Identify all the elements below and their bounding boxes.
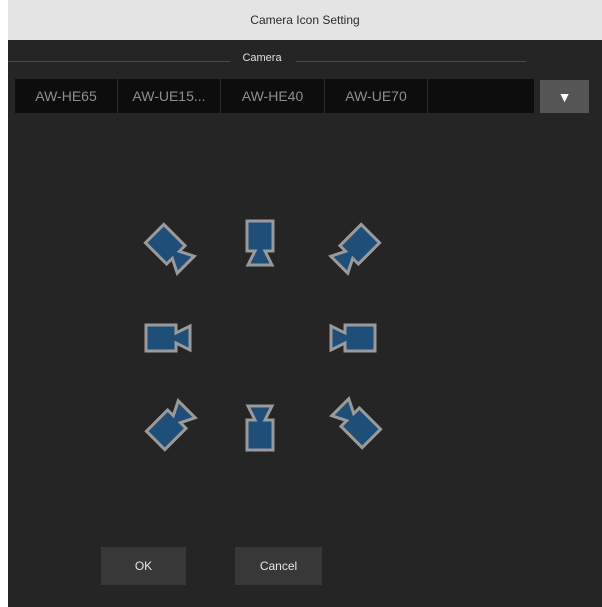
camera-icon-setting-dialog: Camera Icon Setting Camera AW-HE65 AW-UE…: [8, 0, 602, 607]
camera-icon-grid: [143, 219, 383, 452]
camera-icon-up[interactable]: [245, 219, 275, 267]
camera-icon-down[interactable]: [245, 404, 275, 452]
camera-icon-up-left[interactable]: [143, 222, 197, 276]
ok-button[interactable]: OK: [101, 547, 186, 585]
camera-icon-up-right[interactable]: [328, 222, 382, 276]
camera-icon-left[interactable]: [144, 323, 192, 353]
cancel-button[interactable]: Cancel: [235, 547, 322, 585]
camera-icon-down-right[interactable]: [329, 396, 383, 450]
camera-icon-down-left[interactable]: [144, 398, 198, 452]
camera-icon-right[interactable]: [329, 323, 377, 353]
